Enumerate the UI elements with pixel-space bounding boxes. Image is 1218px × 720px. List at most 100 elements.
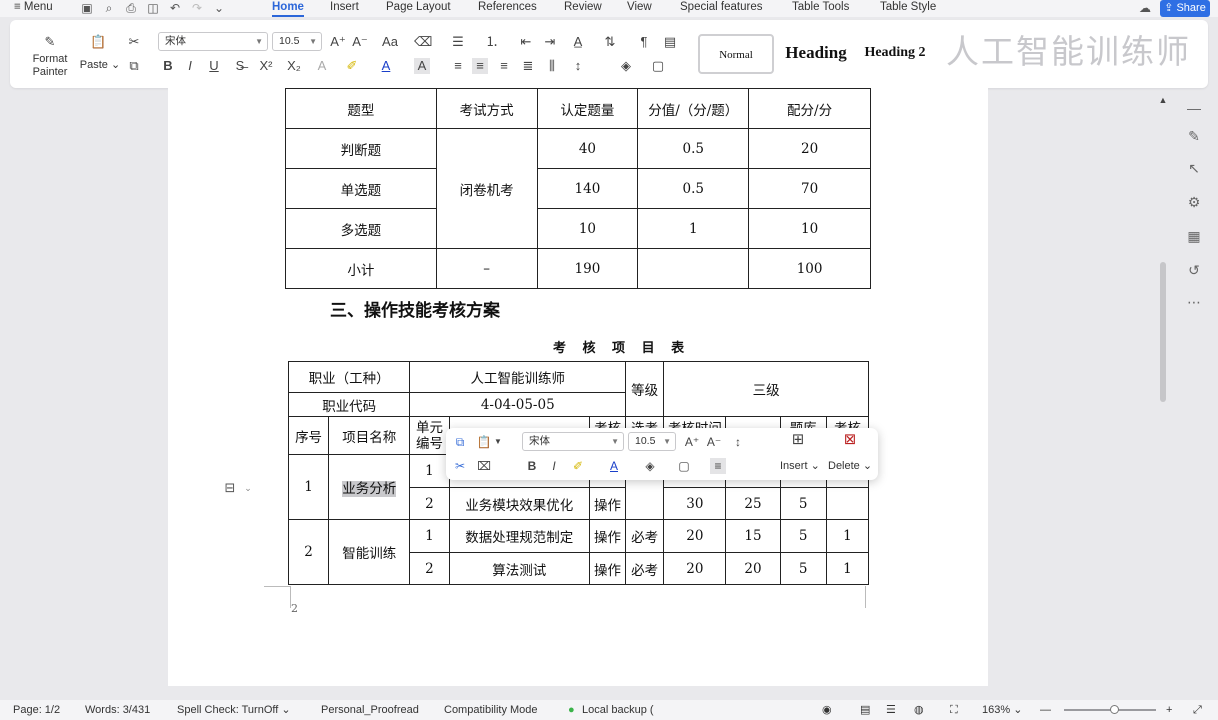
undo-icon[interactable]: ↶ [168,1,182,15]
fit-page-icon[interactable]: ⛶ [950,703,958,717]
local-backup-status[interactable]: Local backup ( [582,703,654,717]
text-effect-icon[interactable]: A [314,58,330,74]
character-shading-icon[interactable]: A [414,58,430,74]
table-header-cell[interactable]: 题型 [285,88,437,129]
table-cell[interactable]: 140 [536,168,639,209]
table-header-cell[interactable]: 分值/（分/题） [637,88,750,129]
line-spacing-icon[interactable]: ↕ [730,434,746,450]
proofread-button[interactable]: Personal_Proofread [321,703,419,717]
fullscreen-icon[interactable]: ⤢ [1193,703,1202,717]
cloud-icon[interactable]: ☁ [1138,1,1152,15]
tab-special-features[interactable]: Special features [680,0,762,17]
table-cell[interactable]: 操作 [588,552,627,585]
grow-font-icon[interactable]: A⁺ [330,34,346,50]
cut-icon[interactable]: ✂ [452,458,468,474]
grow-font-icon[interactable]: A⁺ [684,434,700,450]
insert-button[interactable]: Insert ⌄ [780,459,820,472]
decrease-indent-icon[interactable]: ⇤ [518,34,534,50]
font-color-icon[interactable]: A [606,458,622,474]
tab-references[interactable]: References [478,0,537,17]
distribute-icon[interactable]: ⫼ [544,58,560,74]
chart-icon[interactable]: ▦ [1186,228,1202,244]
table-cell[interactable]: 1 [825,552,870,585]
table-cell[interactable]: 判断题 [285,128,437,169]
page-view-icon[interactable]: ▤ [860,703,870,717]
table-cell[interactable]: 15 [725,519,781,553]
table-cell[interactable]: 2 [287,519,330,585]
table-cell[interactable]: 25 [725,487,781,520]
redo-icon[interactable]: ↷ [190,1,204,15]
table-cell[interactable]: 三级 [663,361,869,417]
table-cell[interactable]: 必考 [625,552,665,585]
line-spacing-icon[interactable]: ↕ [570,58,586,74]
strikethrough-icon[interactable]: S̶ [232,58,248,74]
table-cell[interactable]: 序号 [287,416,330,455]
zoom-in-icon[interactable]: + [1166,703,1172,717]
justify-icon[interactable]: ≣ [520,58,536,74]
font-name-select[interactable]: 宋体 ▼ [158,32,268,51]
paste-caret-icon[interactable]: ▼ [490,434,506,450]
table-cell[interactable]: 算法测试 [448,552,591,585]
document-page[interactable]: 题型 考试方式 认定题量 分值/（分/题） 配分/分 判断题 闭卷机考 40 0… [168,88,988,686]
superscript-icon[interactable]: X² [258,58,274,74]
table-cell[interactable]: 闭卷机考 [435,128,538,249]
table-cell[interactable]: 30 [663,487,727,520]
table-cell[interactable]: 操作 [588,519,627,553]
print-preview-icon[interactable]: ◫ [146,1,160,15]
shrink-font-icon[interactable]: A⁻ [706,434,722,450]
table-header-cell[interactable]: 考试方式 [435,88,538,129]
outline-view-icon[interactable]: ☰ [886,703,896,717]
collapse-icon[interactable]: — [1186,100,1202,116]
zoom-slider-knob[interactable] [1110,705,1119,714]
increase-indent-icon[interactable]: ⇥ [542,34,558,50]
scroll-up-icon[interactable]: ▲ [1155,92,1171,108]
bold-icon[interactable]: B [524,458,540,474]
table-cell[interactable]: 1 [287,454,330,520]
table-cell[interactable]: 1 [409,519,450,553]
numbering-icon[interactable]: ⒈ [484,34,500,50]
clear-format-icon[interactable]: ⌫ [414,34,432,50]
table-cell[interactable]: 等级 [625,361,665,417]
print-icon[interactable]: ⎙ [124,1,138,15]
shading-icon[interactable]: ◈ [642,458,658,474]
table-cell[interactable]: 业务模块效果优化 [448,487,591,520]
history-icon[interactable]: ↺ [1186,262,1202,278]
eye-protection-icon[interactable]: ◉ [822,703,832,717]
table-cell[interactable]: 40 [536,128,639,169]
web-view-icon[interactable]: ◍ [914,703,924,717]
borders-icon[interactable]: ▢ [650,58,666,74]
table-caption[interactable]: 考 核 项 目 表 [553,337,690,356]
tab-insert[interactable]: Insert [330,0,359,17]
section-heading[interactable]: 三、操作技能考核方案 [330,296,500,321]
table-lines-icon[interactable]: ▤ [662,34,678,50]
underline-icon[interactable]: U [206,58,222,74]
zoom-level[interactable]: 163% ⌄ [982,703,1022,717]
select-pointer-icon[interactable]: ↖ [1186,160,1202,176]
shrink-font-icon[interactable]: A⁻ [352,34,368,50]
table-cell[interactable]: 1 [637,208,750,249]
style-normal[interactable]: Normal [698,34,774,74]
quick-access-more-icon[interactable]: ⌄ [212,1,226,15]
table-cell[interactable]: 项目名称 [328,416,411,455]
sort-icon[interactable]: ⇅ [602,34,618,50]
table-cell[interactable]: 4-04-05-05 [409,392,627,417]
align-center-icon[interactable]: ≡ [472,58,488,74]
bold-icon[interactable]: B [160,58,176,74]
tab-home[interactable]: Home [272,0,304,17]
spell-check-toggle[interactable]: Spell Check: TurnOff ⌄ [177,703,291,717]
tab-view[interactable]: View [627,0,652,17]
score-table[interactable]: 题型 考试方式 认定题量 分值/（分/题） 配分/分 判断题 闭卷机考 40 0… [285,88,871,289]
align-right-icon[interactable]: ≡ [496,58,512,74]
word-count[interactable]: Words: 3/431 [85,703,150,717]
table-cell[interactable] [825,487,870,520]
table-cell[interactable] [637,248,750,289]
bullets-icon[interactable]: ☰ [450,34,466,50]
delete-button[interactable]: Delete ⌄ [828,459,872,472]
table-cell[interactable]: 10 [536,208,639,249]
export-icon[interactable]: ⌕ [102,1,116,15]
format-painter-button[interactable]: Format Painter [26,53,74,79]
font-color-icon[interactable]: A [378,58,394,74]
table-cell[interactable]: 5 [779,519,827,553]
table-cell[interactable]: – [435,248,538,289]
table-cell[interactable]: 0.5 [637,128,750,169]
